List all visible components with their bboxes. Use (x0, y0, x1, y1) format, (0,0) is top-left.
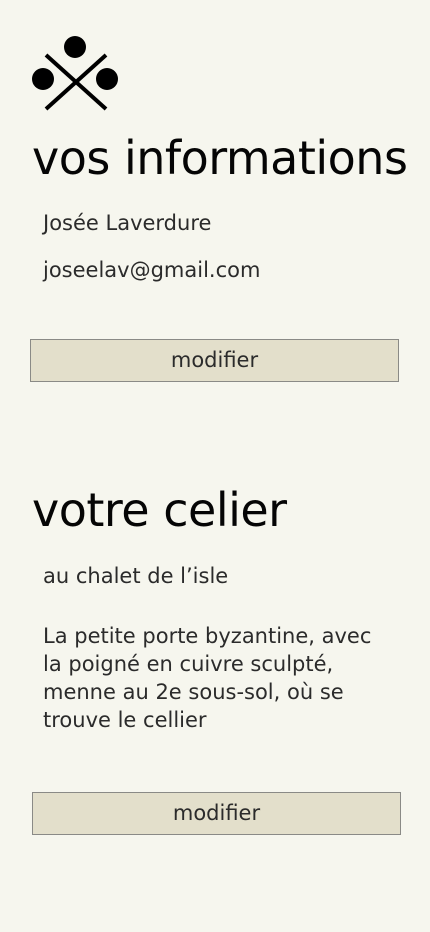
cellar-section-title: votre celier (32, 483, 287, 537)
info-section-title: vos informations (32, 131, 408, 185)
user-name: Josée Laverdure (43, 211, 212, 235)
modify-cellar-button[interactable]: modifier (32, 792, 401, 835)
crossed-dots-logo-icon (32, 35, 120, 111)
user-email: joseelav@gmail.com (43, 258, 261, 282)
cellar-description: La petite porte byzantine, avec la poign… (43, 624, 372, 732)
modify-info-button[interactable]: modifier (30, 339, 399, 382)
cellar-location: au chalet de l’isle (43, 564, 229, 588)
